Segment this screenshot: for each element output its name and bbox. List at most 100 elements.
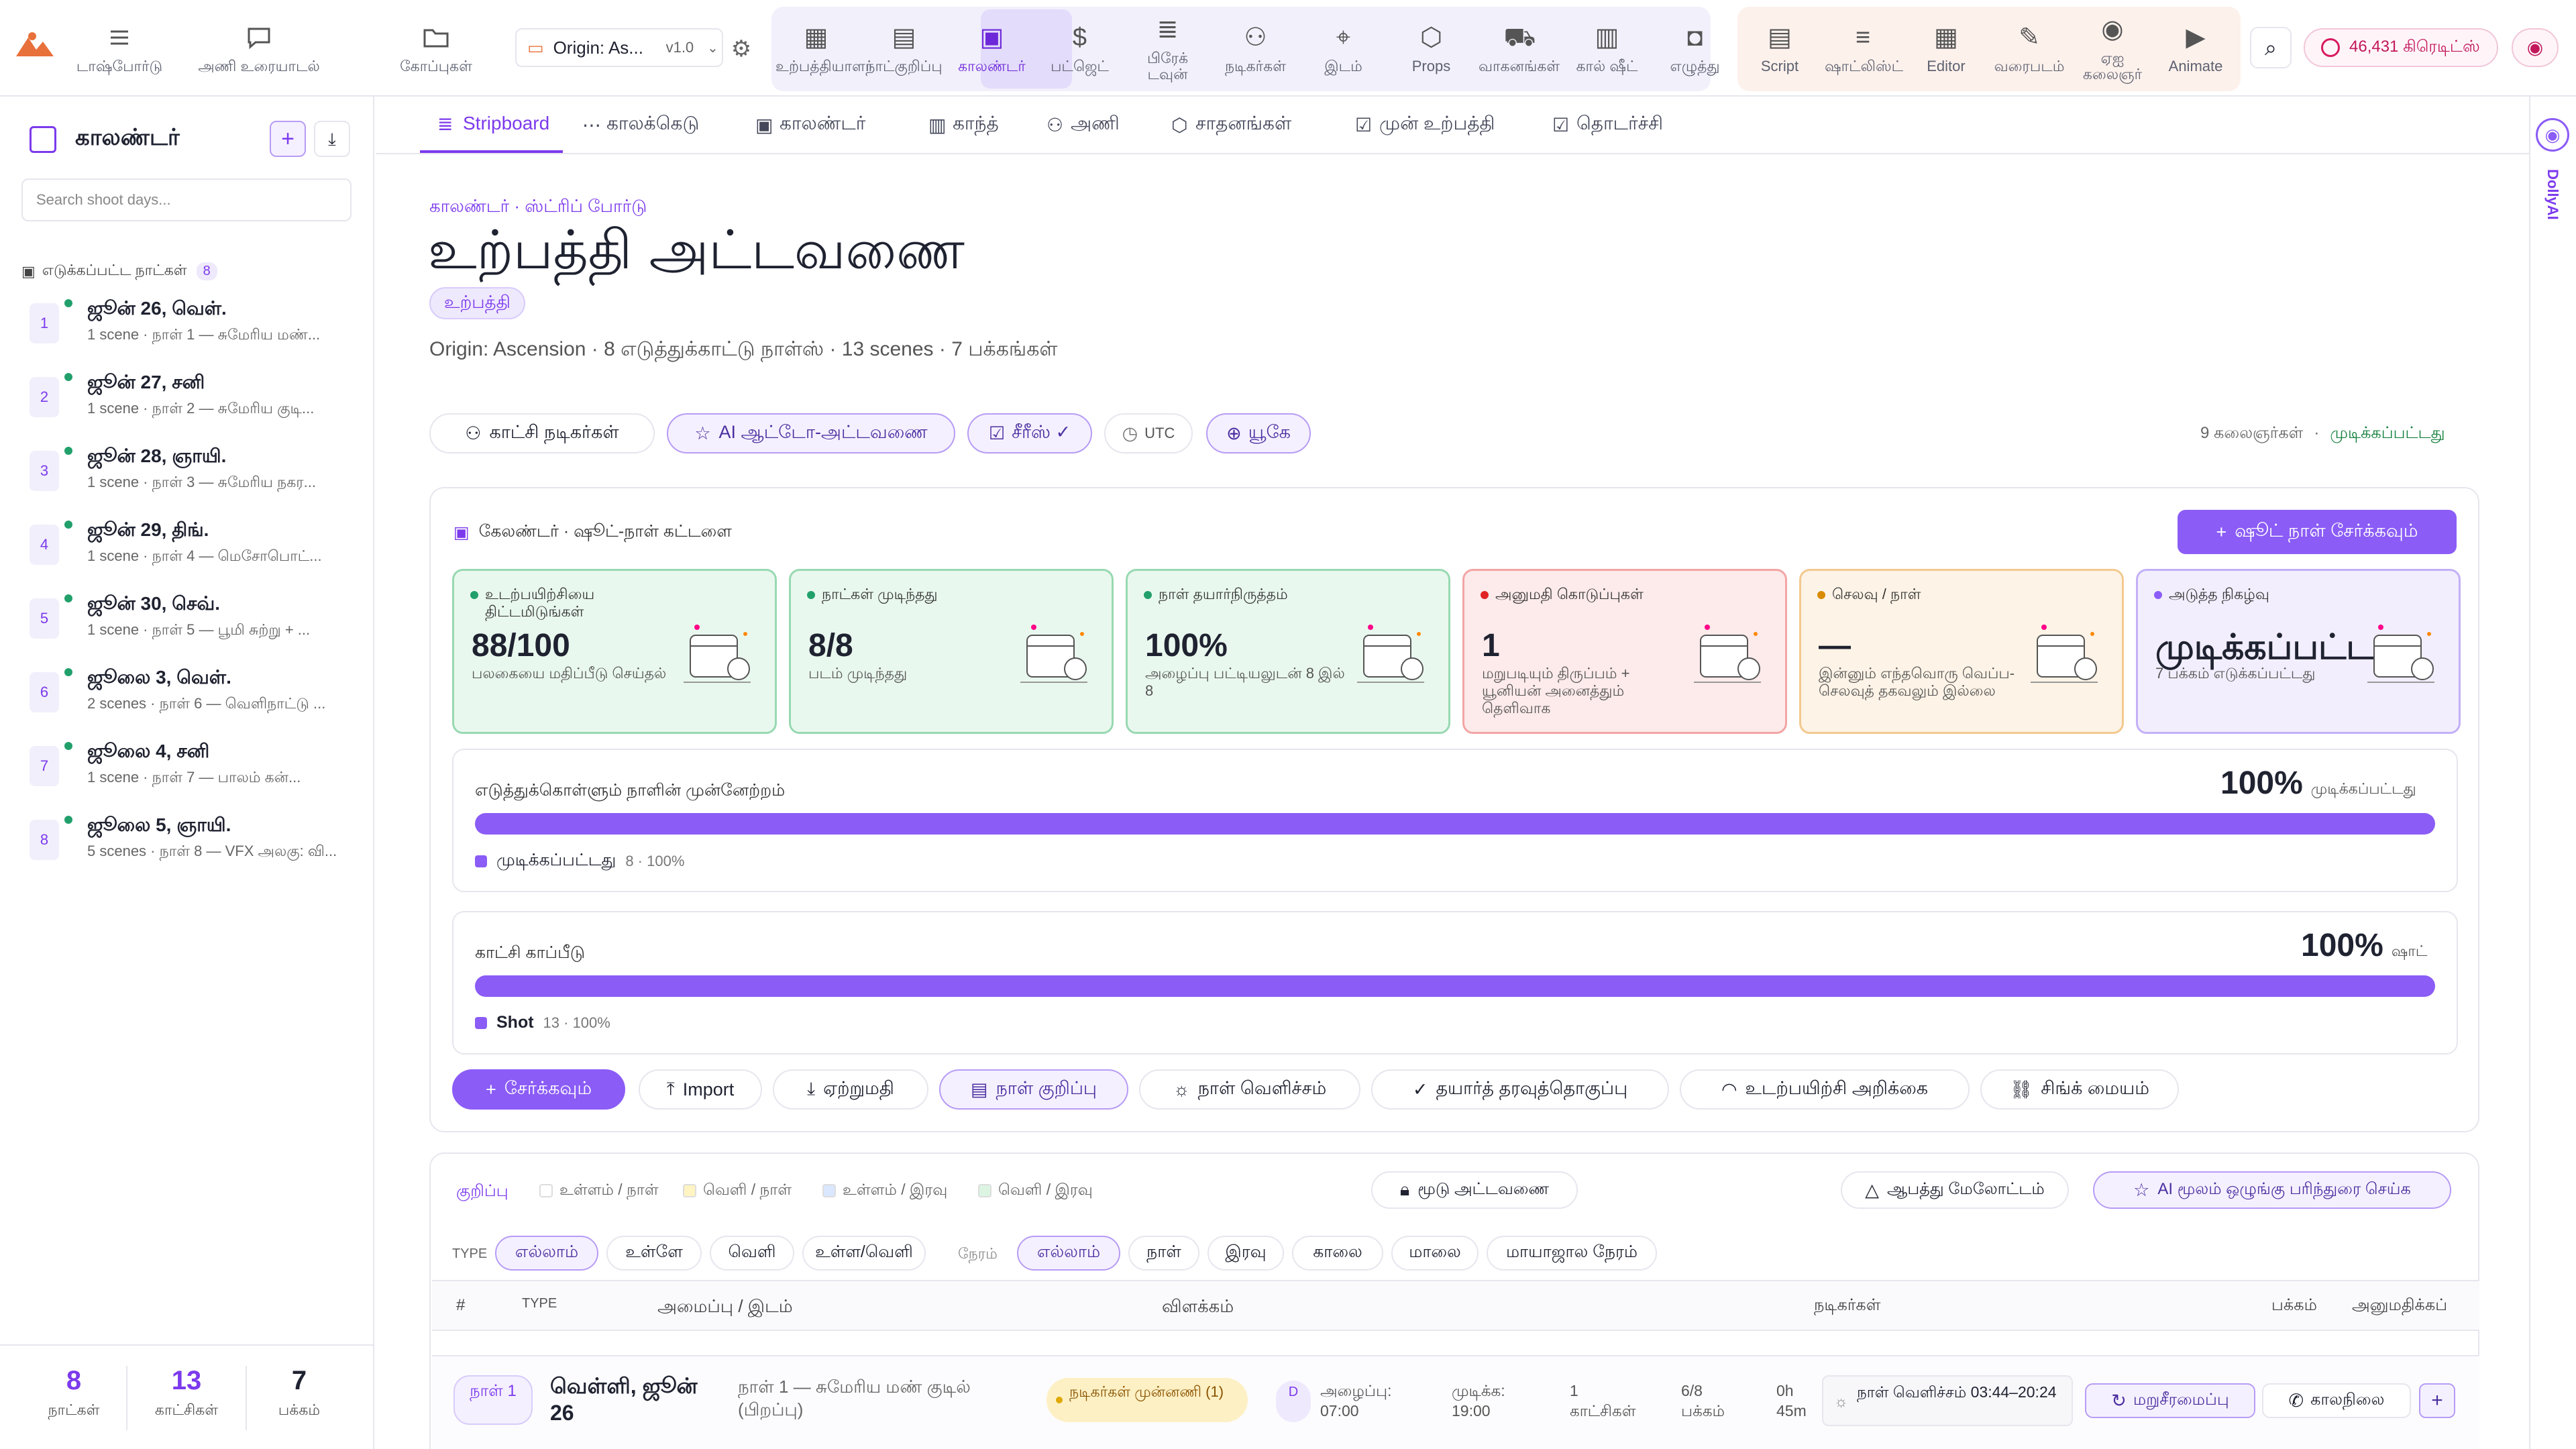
dollyai-label[interactable]: DollyAI xyxy=(2544,169,2561,220)
filter-chip[interactable]: நாள் xyxy=(1128,1236,1199,1271)
add-button[interactable]: + சேர்க்கவும் xyxy=(452,1069,625,1110)
filter-chip[interactable]: வெளி xyxy=(710,1236,794,1271)
search-shoot-days-input[interactable]: Search shoot days... xyxy=(21,178,352,221)
kpi-card[interactable]: நாள் தயார்நிருத்தம் 100% அழைப்பு பட்டியலுட… xyxy=(1126,569,1450,734)
series-button[interactable]: ☑ சீரீஸ் ✓ xyxy=(967,413,1092,453)
kpi-card[interactable]: நாட்கள் முடிந்தது 8/8 படம் முடிந்தது xyxy=(789,569,1114,734)
nav-cube[interactable]: ⬡ Props xyxy=(1389,9,1473,87)
nav-film[interactable]: ▦ உற்பத்தியாளர் xyxy=(774,9,873,87)
day-notes-button[interactable]: ▤ நாள் குறிப்பு xyxy=(939,1069,1128,1110)
nav-truck[interactable]: ⛟ வாகனங்கள் xyxy=(1477,9,1561,87)
check-icon: ☑ xyxy=(988,423,1006,443)
nav-stack[interactable]: ≣ பிரேக் டவுன் xyxy=(1126,9,1210,87)
row-code: D xyxy=(1276,1381,1311,1422)
nav-dollar[interactable]: $ பட்ஜெட் xyxy=(1038,9,1122,87)
sidebar-day-item[interactable]: 5 ஜூன் 30, செவ். 1 scene · நாள் 5 — பூமி ச… xyxy=(30,590,352,651)
tab-calendar[interactable]: ▣ காலண்டர் xyxy=(749,97,865,153)
lock-schedule-button[interactable]: 🔒︎ மூடு அட்டவணை xyxy=(1371,1171,1578,1209)
nav-list[interactable]: ≡ ஷாட்லிஸ்ட் xyxy=(1823,9,1903,87)
filter-chip[interactable]: மாலை xyxy=(1391,1236,1479,1271)
filter-chip[interactable]: எல்லாம் xyxy=(495,1236,598,1271)
day-date: ஜூலை 4, சனி xyxy=(87,741,210,761)
nav-calendar[interactable]: ▣ காலண்டர் xyxy=(950,9,1034,87)
project-settings-gear-icon[interactable]: ⚙ xyxy=(726,34,757,64)
sidebar-day-item[interactable]: 1 ஜூன் 26, வெள். 1 scene · நாள் 1 — சுமேரி… xyxy=(30,295,352,356)
nav-team-chat[interactable]: அணி உரையாடல் xyxy=(198,9,320,87)
kpi-card[interactable]: செலவு / நாள் — இன்னும் எந்தவொரு வெப்ப-செலவ… xyxy=(1799,569,2124,734)
workout-report-button[interactable]: ◠ உடற்பயிற்சி அறிக்கை xyxy=(1680,1069,1970,1110)
reschedule-button[interactable]: ↻ மறுசீரமைப்பு xyxy=(2085,1383,2255,1418)
stack-icon: ≣ xyxy=(1157,15,1179,44)
kpi-value: — xyxy=(1819,628,1851,663)
import-button[interactable]: ⤒ Import xyxy=(639,1069,762,1110)
tab-continuity[interactable]: ☑ தொடர்ச்சி xyxy=(1546,97,1663,153)
sidebar-day-item[interactable]: 7 ஜூலை 4, சனி 1 scene · நாள் 7 — பாலம் கன்… xyxy=(30,738,352,798)
tab-team[interactable]: ⚇ அணி xyxy=(1040,97,1120,153)
filter-chip[interactable]: மாயாஜால நேரம் xyxy=(1487,1236,1657,1271)
sync-center-button[interactable]: ⛓ சிங்க் மையம் xyxy=(1980,1069,2179,1110)
download-button[interactable]: ⤓ xyxy=(314,121,350,157)
nav-dashboard[interactable]: டாஷ்போர்டு xyxy=(76,9,162,87)
panel-title: ▣ கேலண்டர் · ஷூட்-நாள் கட்டளை xyxy=(453,522,732,542)
kpi-dot xyxy=(1481,591,1489,599)
nav-script[interactable]: ▤ Script xyxy=(1740,9,1819,87)
nav-camera[interactable]: ◘ எழுத்து xyxy=(1653,9,1737,87)
day-date: ஜூன் 30, செவ். xyxy=(87,593,221,614)
kpi-value: 1 xyxy=(1482,628,1500,663)
ai-optimize-button[interactable]: ☆ AI மூலம் ஒழுங்கு பரிந்துரை செய்க xyxy=(2093,1171,2451,1209)
daylight-button[interactable]: ☼ நாள் வெளிச்சம் xyxy=(1139,1069,1360,1110)
add-shoot-day-button[interactable]: + ஷூட் நாள் சேர்க்கவும் xyxy=(2178,510,2457,554)
nav-pen[interactable]: ✎ வரைபடம் xyxy=(1990,9,2069,87)
app-logo-icon[interactable] xyxy=(15,30,55,59)
sidebar-day-item[interactable]: 4 ஜூன் 29, திங். 1 scene · நாள் 4 — மெசோபொ… xyxy=(30,517,352,577)
filter-chip[interactable]: காலை xyxy=(1292,1236,1383,1271)
sidebar-day-item[interactable]: 2 ஜூன் 27, சனி 1 scene · நாள் 2 — சுமேரிய … xyxy=(30,369,352,429)
tab-timeline[interactable]: ⋯ காலக்கெடு xyxy=(576,97,699,153)
ai-auto-schedule-button[interactable]: ☆ AI ஆட்டோ-அட்டவணை xyxy=(667,413,955,453)
folder-icon xyxy=(423,29,449,48)
visibility-toggle-eye-icon[interactable]: ◉ xyxy=(2512,28,2559,67)
sidebar-day-item[interactable]: 8 ஜூலை 5, ஞாயி. 5 scenes · நாள் 8 — VFX அல… xyxy=(30,812,352,872)
nav-files[interactable]: கோப்புகள் xyxy=(382,9,490,87)
day-date: ஜூன் 28, ஞாயி. xyxy=(87,445,227,466)
project-selector[interactable]: ▭ Origin: As... v1.0 ⌄ xyxy=(515,28,723,67)
dollyai-eye-icon[interactable]: ◉ xyxy=(2536,118,2569,152)
weather-button[interactable]: ✆ காலநிலை xyxy=(2262,1383,2411,1418)
filter-chip[interactable]: இரவு xyxy=(1208,1236,1284,1271)
tab-gantt[interactable]: ▥ காந்த் xyxy=(922,97,999,153)
sidebar-day-item[interactable]: 6 ஜூலை 3, வெள். 2 scenes · நாள் 6 — வெளிநா… xyxy=(30,664,352,724)
add-day-button[interactable]: + xyxy=(270,121,306,157)
tab-preproduction[interactable]: ☑ முன் உற்பத்தி xyxy=(1348,97,1495,153)
nav-eye[interactable]: ◉ ஏஐ கலைஞர் xyxy=(2073,9,2152,87)
nav-location[interactable]: ⌖ இடம் xyxy=(1301,9,1385,87)
filter-chip[interactable]: எல்லாம் xyxy=(1017,1236,1120,1271)
globe-icon: ⊕ xyxy=(1226,423,1242,443)
scene-cast-button[interactable]: ⚇ காட்சி நடிகர்கள் xyxy=(429,413,655,453)
export-button[interactable]: ⤓ ஏற்றுமதி xyxy=(773,1069,928,1110)
row-daylight: ☼ நாள் வெளிச்சம் 03:44–20:24 xyxy=(1822,1375,2073,1426)
nav-callsheet[interactable]: ▥ கால் ஷீட் xyxy=(1565,9,1649,87)
filter-chip[interactable]: உள்ளே xyxy=(606,1236,702,1271)
risk-overview-button[interactable]: △ ஆபத்து மேலோட்டம் xyxy=(1841,1171,2069,1209)
region-uk-button[interactable]: ⊕ யூகே xyxy=(1206,413,1311,453)
nav-play[interactable]: ▶ Animate xyxy=(2156,9,2235,87)
nav-people[interactable]: ⚇ நடிகர்கள் xyxy=(1214,9,1297,87)
search-button[interactable]: ⌕ xyxy=(2250,27,2292,68)
kpi-card[interactable]: அடுத்த நிகழ்வு முடிக்கப்பட்டது 7 பக்கம் எட… xyxy=(2136,569,2461,734)
kpi-card[interactable]: உடற்பயிற்சியை திட்டமிடுங்கள் 88/100 பலகையை… xyxy=(452,569,777,734)
ready-dataset-button[interactable]: ✓ தயார்த் தரவுத்தொகுப்பு xyxy=(1371,1069,1669,1110)
add-row-button[interactable]: + xyxy=(2419,1383,2455,1418)
utc-button[interactable]: ◷ UTC xyxy=(1104,413,1193,453)
tab-equipment[interactable]: ⬡ சாதனங்கள் xyxy=(1165,97,1291,153)
nav-editor[interactable]: ▦ Editor xyxy=(1907,9,1986,87)
filter-chip[interactable]: உள்ள/வெளி xyxy=(802,1236,926,1271)
credits-badge[interactable]: 46,431 கிரெடிட்ஸ் xyxy=(2304,28,2498,67)
kpi-card[interactable]: அனுமதி கொடுப்புகள் 1 மறுபடியும் திருப்பம் … xyxy=(1462,569,1787,734)
breadcrumb[interactable]: காலண்டர் · ஸ்ட்ரிப் போர்டு xyxy=(429,196,647,219)
tab-stripboard[interactable]: ≣ Stripboard xyxy=(420,97,564,153)
sidebar-day-item[interactable]: 3 ஜூன் 28, ஞாயி. 1 scene · நாள் 3 — சுமேரி… xyxy=(30,443,352,503)
project-meta: Origin: Ascension · 8 எடுத்துக்காட்டு நா… xyxy=(429,338,1058,360)
day-summary: 1 scene · நாள் 2 — சுமேரிய குடி... xyxy=(87,400,315,417)
credit-ring-icon xyxy=(2321,38,2340,57)
nav-notebook[interactable]: ▤ நாட்குறிப்பு xyxy=(862,9,946,87)
